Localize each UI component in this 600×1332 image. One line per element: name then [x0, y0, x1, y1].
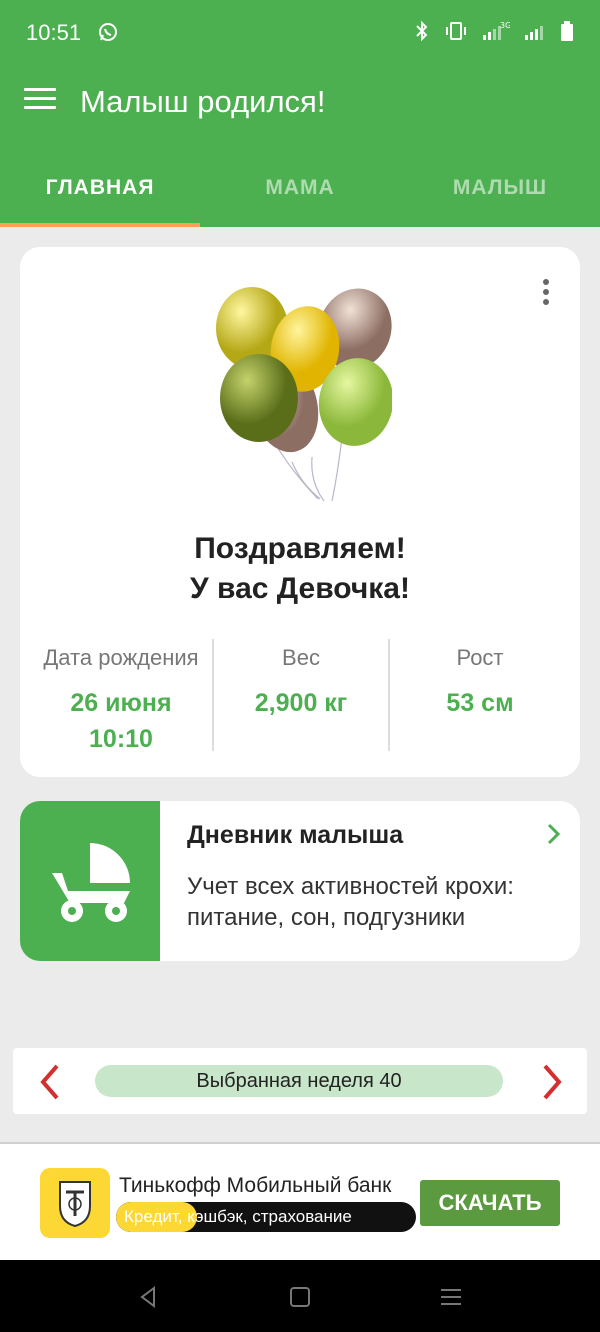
congrats-line-1: Поздравляем! [194, 532, 406, 565]
stat-label: Рост [456, 645, 504, 670]
birth-time-value: 10:10 [89, 725, 153, 753]
baby-diary-card[interactable]: Дневник малыша Учет всех активностей кро… [20, 801, 580, 961]
ad-subtitle: Кредит, кэшбэк, страхование [124, 1207, 352, 1226]
app-bar: Малыш родился! [0, 66, 600, 138]
recents-icon[interactable] [438, 1284, 464, 1310]
tab-bar: ГЛАВНАЯ МАМА МАЛЫШ [0, 138, 600, 227]
bluetooth-icon [416, 20, 428, 42]
ad-banner[interactable]: Тинькофф Мобильный банк Кредит, кэшбэк, … [0, 1142, 600, 1260]
stat-birth-date: Дата рождения 26 июня 10:10 [30, 639, 212, 753]
tinkoff-logo [40, 1168, 110, 1238]
hamburger-menu-icon[interactable] [24, 88, 56, 114]
signal-icon [525, 26, 543, 40]
home-icon[interactable] [287, 1284, 313, 1310]
stat-label: Вес [282, 645, 320, 670]
tab-mom[interactable]: МАМА [200, 138, 400, 227]
birth-card: Поздравляем! У вас Девочка! Дата рождени… [20, 247, 580, 777]
vibrate-icon [446, 22, 466, 40]
birth-stats: Дата рождения 26 июня 10:10 Вес 2,900 кг… [30, 639, 570, 753]
stat-label: Дата рождения [43, 645, 199, 670]
diary-title: Дневник малыша [187, 821, 404, 849]
diary-icon-box [20, 801, 160, 961]
week-selector: Выбранная неделя 40 [13, 1048, 587, 1114]
app-title: Малыш родился! [80, 84, 326, 119]
status-bar: 10:51 3G [0, 0, 600, 66]
stat-value: 26 июня 10:10 [30, 685, 212, 757]
stat-weight: Вес 2,900 кг [212, 639, 390, 751]
download-button[interactable]: СКАЧАТЬ [420, 1180, 560, 1226]
system-nav-bar [0, 1260, 600, 1332]
congrats-line-2: У вас Девочка! [190, 572, 410, 605]
more-options-icon[interactable] [536, 279, 556, 309]
birth-date-value: 26 июня [70, 689, 172, 717]
ad-title: Тинькофф Мобильный банк [119, 1174, 392, 1197]
weight-value: 2,900 кг [254, 689, 348, 717]
battery-icon [561, 21, 573, 41]
next-week-arrow-icon[interactable] [537, 1062, 567, 1102]
stroller-icon [52, 843, 130, 922]
height-value: 53 см [446, 689, 514, 717]
stat-height: Рост 53 см [390, 639, 570, 751]
tab-baby[interactable]: МАЛЫШ [400, 138, 600, 227]
signal-3g-icon: 3G [483, 21, 510, 40]
back-icon[interactable] [136, 1284, 162, 1310]
svg-text:3G: 3G [500, 21, 510, 30]
ad-subtitle-pill: Кредит, кэшбэк, страхование [116, 1202, 416, 1232]
congratulations-text: Поздравляем! У вас Девочка! [20, 529, 580, 609]
balloons-illustration [216, 287, 392, 502]
chevron-right-icon [547, 823, 561, 845]
status-time: 10:51 [26, 20, 82, 45]
selected-week-label: Выбранная неделя 40 [95, 1065, 503, 1097]
whatsapp-icon [99, 23, 117, 41]
diary-description: Учет всех активностей крохи: питание, со… [187, 873, 514, 931]
prev-week-arrow-icon[interactable] [35, 1062, 65, 1102]
tab-main[interactable]: ГЛАВНАЯ [0, 138, 200, 227]
